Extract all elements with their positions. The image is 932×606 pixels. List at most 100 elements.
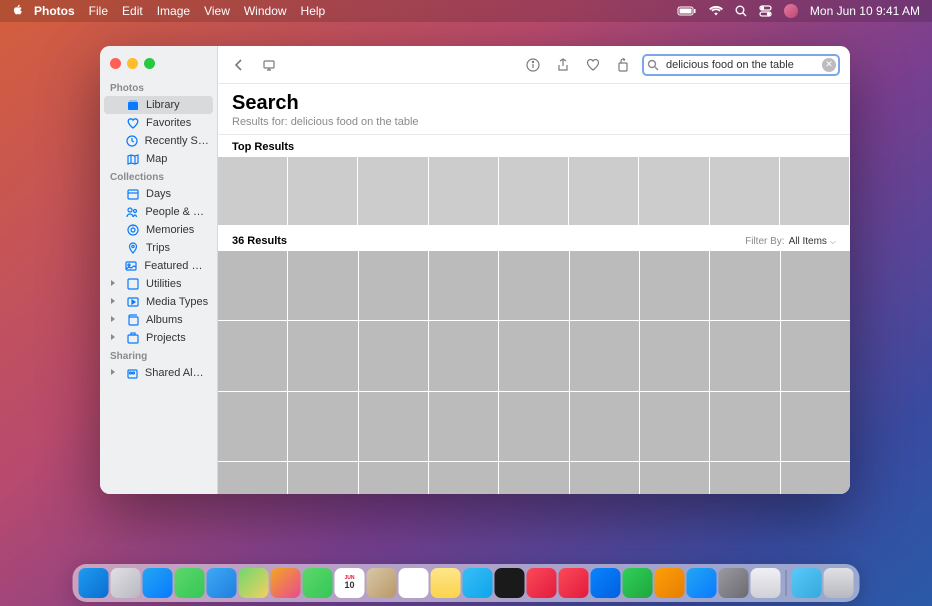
result-thumbnail[interactable] xyxy=(640,392,709,461)
result-thumbnail[interactable] xyxy=(570,462,639,494)
menu-image[interactable]: Image xyxy=(157,4,190,18)
dock-settings[interactable] xyxy=(719,568,749,598)
sidebar-item-favorites[interactable]: Favorites xyxy=(100,114,217,132)
result-thumbnail[interactable] xyxy=(359,321,428,390)
result-thumbnail[interactable] xyxy=(429,392,498,461)
dock-numbers[interactable] xyxy=(623,568,653,598)
sidebar-item-media-types[interactable]: Media Types xyxy=(100,293,217,311)
dock-maps[interactable] xyxy=(239,568,269,598)
top-result-thumbnail[interactable] xyxy=(569,157,639,225)
result-thumbnail[interactable] xyxy=(429,251,498,320)
result-thumbnail[interactable] xyxy=(640,462,709,494)
result-thumbnail[interactable] xyxy=(359,462,428,494)
chevron-right-icon[interactable] xyxy=(110,314,118,326)
sidebar-item-albums[interactable]: Albums xyxy=(100,311,217,329)
dock-appstore[interactable] xyxy=(687,568,717,598)
dock-pages[interactable] xyxy=(655,568,685,598)
result-thumbnail[interactable] xyxy=(288,392,357,461)
sidebar-item-utilities[interactable]: Utilities xyxy=(100,275,217,293)
filter-dropdown[interactable]: All Items⌵ xyxy=(789,236,836,247)
dock-keynote[interactable] xyxy=(591,568,621,598)
result-thumbnail[interactable] xyxy=(781,462,850,494)
top-result-thumbnail[interactable] xyxy=(358,157,428,225)
result-thumbnail[interactable] xyxy=(640,251,709,320)
search-input[interactable] xyxy=(642,54,840,76)
result-thumbnail[interactable] xyxy=(710,251,779,320)
sidebar-item-projects[interactable]: Projects xyxy=(100,329,217,347)
presentation-button[interactable] xyxy=(258,54,280,76)
result-thumbnail[interactable] xyxy=(570,251,639,320)
control-center-icon[interactable] xyxy=(759,5,772,17)
share-button[interactable] xyxy=(552,54,574,76)
menubar-datetime[interactable]: Mon Jun 10 9:41 AM xyxy=(810,4,920,18)
info-button[interactable] xyxy=(522,54,544,76)
top-result-thumbnail[interactable] xyxy=(499,157,569,225)
result-thumbnail[interactable] xyxy=(499,392,568,461)
battery-icon[interactable] xyxy=(677,6,697,16)
apple-menu-icon[interactable] xyxy=(12,4,24,19)
result-thumbnail[interactable] xyxy=(288,321,357,390)
dock-iphone-mirroring[interactable] xyxy=(751,568,781,598)
menu-edit[interactable]: Edit xyxy=(122,4,143,18)
top-result-thumbnail[interactable] xyxy=(429,157,499,225)
dock-facetime[interactable] xyxy=(303,568,333,598)
top-result-thumbnail[interactable] xyxy=(218,157,288,225)
app-menu[interactable]: Photos xyxy=(34,4,75,18)
user-account-icon[interactable] xyxy=(784,4,798,18)
spotlight-icon[interactable] xyxy=(735,5,747,17)
result-thumbnail[interactable] xyxy=(218,251,287,320)
sidebar-item-people-pets[interactable]: People & Pets xyxy=(100,203,217,221)
dock-reminders[interactable] xyxy=(399,568,429,598)
sidebar-item-recently-saved[interactable]: Recently Saved xyxy=(100,132,217,150)
top-result-thumbnail[interactable] xyxy=(639,157,709,225)
result-thumbnail[interactable] xyxy=(781,392,850,461)
content-area[interactable]: Search Results for: delicious food on th… xyxy=(218,84,850,494)
top-result-thumbnail[interactable] xyxy=(780,157,850,225)
result-thumbnail[interactable] xyxy=(288,462,357,494)
result-thumbnail[interactable] xyxy=(710,462,779,494)
dock-finder[interactable] xyxy=(79,568,109,598)
sidebar-item-library[interactable]: Library xyxy=(104,96,213,114)
result-thumbnail[interactable] xyxy=(499,251,568,320)
result-thumbnail[interactable] xyxy=(570,392,639,461)
top-result-thumbnail[interactable] xyxy=(710,157,780,225)
dock-contacts[interactable] xyxy=(367,568,397,598)
result-thumbnail[interactable] xyxy=(570,321,639,390)
dock-mail[interactable] xyxy=(207,568,237,598)
chevron-right-icon[interactable] xyxy=(110,367,117,379)
result-thumbnail[interactable] xyxy=(359,251,428,320)
result-thumbnail[interactable] xyxy=(218,321,287,390)
result-thumbnail[interactable] xyxy=(429,462,498,494)
back-button[interactable] xyxy=(228,54,250,76)
result-thumbnail[interactable] xyxy=(781,321,850,390)
dock-messages[interactable] xyxy=(175,568,205,598)
result-thumbnail[interactable] xyxy=(499,462,568,494)
sidebar-item-featured-photos[interactable]: Featured Photos xyxy=(100,257,217,275)
dock-notes[interactable] xyxy=(431,568,461,598)
menu-file[interactable]: File xyxy=(89,4,108,18)
rotate-button[interactable] xyxy=(612,54,634,76)
sidebar-item-map[interactable]: Map xyxy=(100,150,217,168)
dock-downloads[interactable] xyxy=(792,568,822,598)
chevron-right-icon[interactable] xyxy=(110,296,118,308)
result-thumbnail[interactable] xyxy=(710,321,779,390)
dock-tv[interactable] xyxy=(495,568,525,598)
fullscreen-button[interactable] xyxy=(144,58,155,69)
result-thumbnail[interactable] xyxy=(429,321,498,390)
dock-safari[interactable] xyxy=(143,568,173,598)
dock-news[interactable] xyxy=(559,568,589,598)
dock-freeform[interactable] xyxy=(463,568,493,598)
dock-photos[interactable] xyxy=(271,568,301,598)
menu-view[interactable]: View xyxy=(204,4,230,18)
sidebar-item-shared-albums[interactable]: Shared Albums xyxy=(100,364,217,382)
dock-music[interactable] xyxy=(527,568,557,598)
result-thumbnail[interactable] xyxy=(499,321,568,390)
result-thumbnail[interactable] xyxy=(710,392,779,461)
minimize-button[interactable] xyxy=(127,58,138,69)
chevron-right-icon[interactable] xyxy=(110,332,118,344)
result-thumbnail[interactable] xyxy=(288,251,357,320)
result-thumbnail[interactable] xyxy=(218,392,287,461)
favorite-button[interactable] xyxy=(582,54,604,76)
menu-help[interactable]: Help xyxy=(301,4,326,18)
sidebar-item-memories[interactable]: Memories xyxy=(100,221,217,239)
